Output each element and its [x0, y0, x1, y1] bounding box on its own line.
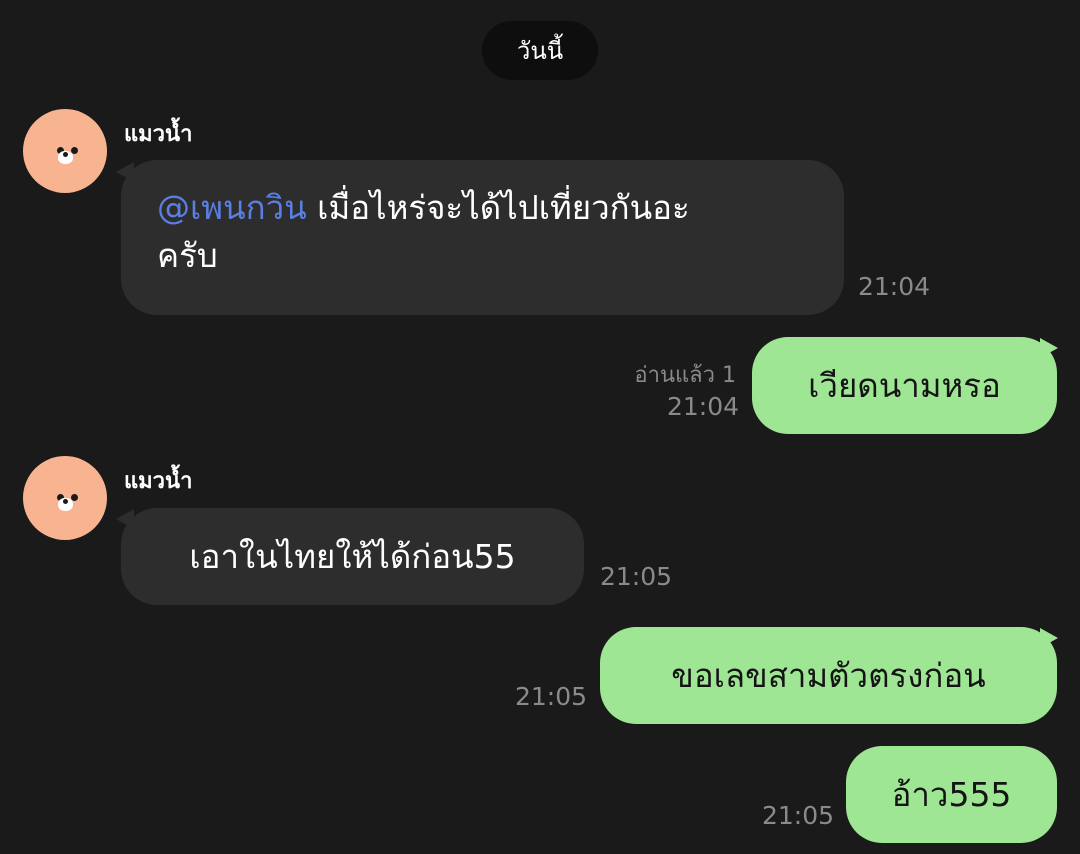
message-text: อ้าว555: [891, 774, 1012, 814]
incoming-message-bubble[interactable]: เอาในไทยให้ได้ก่อน55: [121, 508, 584, 605]
outgoing-message-bubble[interactable]: เวียดนามหรอ: [752, 337, 1057, 434]
message-timestamp: 21:04: [858, 272, 931, 301]
bubble-tail: [1040, 338, 1058, 358]
message-text-line: @เพนกวิน เมื่อไหร่จะได้ไปเที่ยวกันอะ: [157, 184, 808, 232]
outgoing-message-bubble[interactable]: ขอเลขสามตัวตรงก่อน: [600, 627, 1057, 724]
message-text: เมื่อไหร่จะได้ไปเที่ยวกันอะ: [317, 188, 690, 227]
message-text: เวียดนามหรอ: [808, 365, 1001, 405]
mention-link[interactable]: @เพนกวิน: [157, 188, 307, 227]
message-text: ขอเลขสามตัวตรงก่อน: [671, 655, 986, 695]
read-receipt: อ่านแล้ว 1: [634, 363, 736, 388]
message-timestamp: 21:05: [515, 682, 588, 711]
sender-name: แมวน้ำ: [124, 122, 193, 147]
incoming-message-bubble[interactable]: @เพนกวิน เมื่อไหร่จะได้ไปเที่ยวกันอะ ครั…: [121, 160, 844, 315]
message-timestamp: 21:04: [667, 392, 740, 421]
outgoing-message-bubble[interactable]: อ้าว555: [846, 746, 1057, 843]
sender-avatar[interactable]: [23, 456, 107, 540]
date-separator: วันนี้: [482, 21, 598, 80]
sender-avatar[interactable]: [23, 109, 107, 193]
message-text: เอาในไทยให้ได้ก่อน55: [189, 536, 516, 576]
bubble-tail: [1040, 628, 1058, 648]
message-text-line: ครับ: [157, 236, 218, 275]
sender-name: แมวน้ำ: [124, 469, 193, 494]
message-timestamp: 21:05: [762, 801, 835, 830]
message-timestamp: 21:05: [600, 562, 673, 591]
